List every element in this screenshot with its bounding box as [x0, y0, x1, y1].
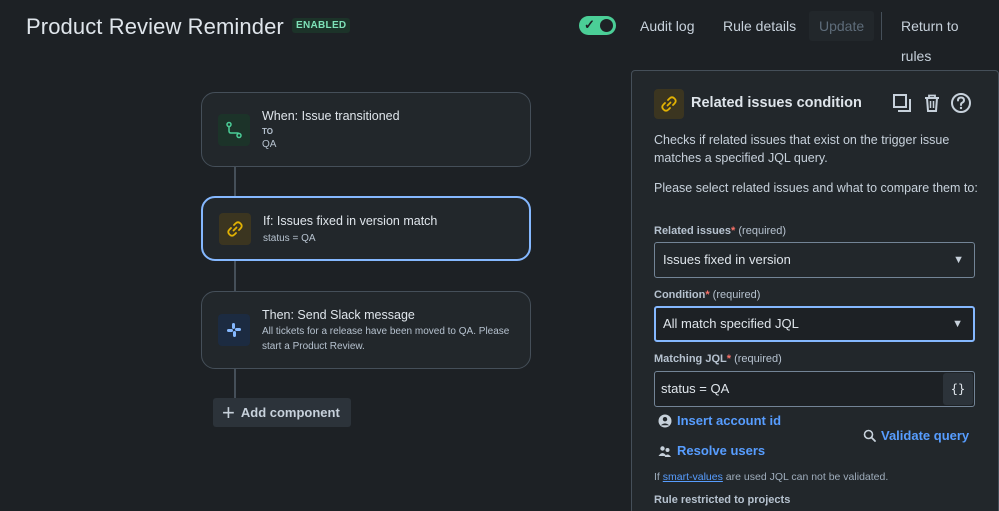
rule-details-button[interactable]: Rule details — [713, 11, 806, 41]
trash-icon[interactable] — [920, 91, 944, 115]
connector-line — [234, 166, 236, 196]
page-title: Product Review Reminder — [26, 14, 284, 39]
check-icon: ✓ — [584, 17, 595, 32]
smart-values-button[interactable]: {} — [943, 373, 973, 405]
condition-label: Condition* (required) — [654, 289, 761, 301]
condition-subtitle: status = QA — [263, 233, 316, 244]
return-to-rules-button[interactable]: Return to rules — [891, 11, 999, 64]
validate-query-link[interactable]: Validate query — [863, 428, 969, 443]
users-icon — [658, 445, 671, 457]
trigger-node[interactable]: When: Issue transitioned TO QA — [201, 92, 531, 167]
trigger-status: QA — [262, 139, 277, 150]
panel-instruction: Please select related issues and what to… — [654, 181, 978, 195]
connector-line — [234, 368, 236, 398]
add-component-button[interactable]: + Add component — [213, 398, 351, 427]
connector-line — [234, 261, 236, 291]
related-issues-label: Related issues* (required) — [654, 225, 787, 237]
link-icon — [654, 89, 684, 119]
panel-title: Related issues condition — [691, 95, 862, 111]
smart-values-link[interactable]: smart-values — [663, 471, 723, 483]
condition-config-panel: Related issues condition Checks if relat… — [631, 70, 999, 511]
action-title: Then: Send Slack message — [262, 308, 415, 322]
rule-enabled-toggle[interactable]: ✓ — [579, 16, 616, 35]
status-badge: ENABLED — [292, 18, 351, 33]
panel-description: Checks if related issues that exist on t… — [654, 133, 950, 165]
matching-jql-value: status = QA — [661, 381, 730, 396]
branch-icon — [218, 114, 250, 146]
copy-icon[interactable] — [890, 91, 914, 115]
audit-log-button[interactable]: Audit log — [630, 11, 704, 41]
toggle-knob — [600, 19, 613, 32]
condition-node[interactable]: If: Issues fixed in version match status… — [201, 196, 531, 261]
resolve-users-link[interactable]: Resolve users — [658, 443, 765, 458]
trigger-to-label: TO — [262, 127, 273, 136]
related-issues-select[interactable]: Issues fixed in version ▼ — [654, 242, 975, 278]
search-icon — [863, 429, 876, 442]
matching-jql-label: Matching JQL* (required) — [654, 353, 782, 365]
add-component-label: Add component — [240, 405, 340, 420]
related-issues-value: Issues fixed in version — [663, 252, 791, 267]
trigger-title: When: Issue transitioned — [262, 109, 400, 123]
header-divider — [881, 12, 882, 40]
validation-hint: If smart-values are used JQL can not be … — [654, 471, 889, 483]
condition-select[interactable]: All match specified JQL ▼ — [654, 306, 975, 342]
restricted-projects-heading: Rule restricted to projects — [654, 494, 791, 506]
insert-account-id-link[interactable]: Insert account id — [658, 413, 781, 428]
link-icon — [219, 213, 251, 245]
action-node[interactable]: Then: Send Slack message All tickets for… — [201, 291, 531, 369]
matching-jql-input[interactable]: status = QA {} — [654, 371, 975, 407]
slack-icon — [218, 314, 250, 346]
help-icon[interactable] — [949, 91, 973, 115]
user-icon — [658, 414, 672, 427]
chevron-down-icon: ▼ — [952, 318, 963, 330]
condition-title: If: Issues fixed in version match — [263, 214, 438, 228]
action-subtitle: All tickets for a release have been move… — [262, 326, 510, 352]
plus-icon: + — [222, 399, 235, 425]
condition-value: All match specified JQL — [663, 316, 799, 331]
chevron-down-icon: ▼ — [953, 254, 964, 266]
update-button[interactable]: Update — [809, 11, 875, 41]
